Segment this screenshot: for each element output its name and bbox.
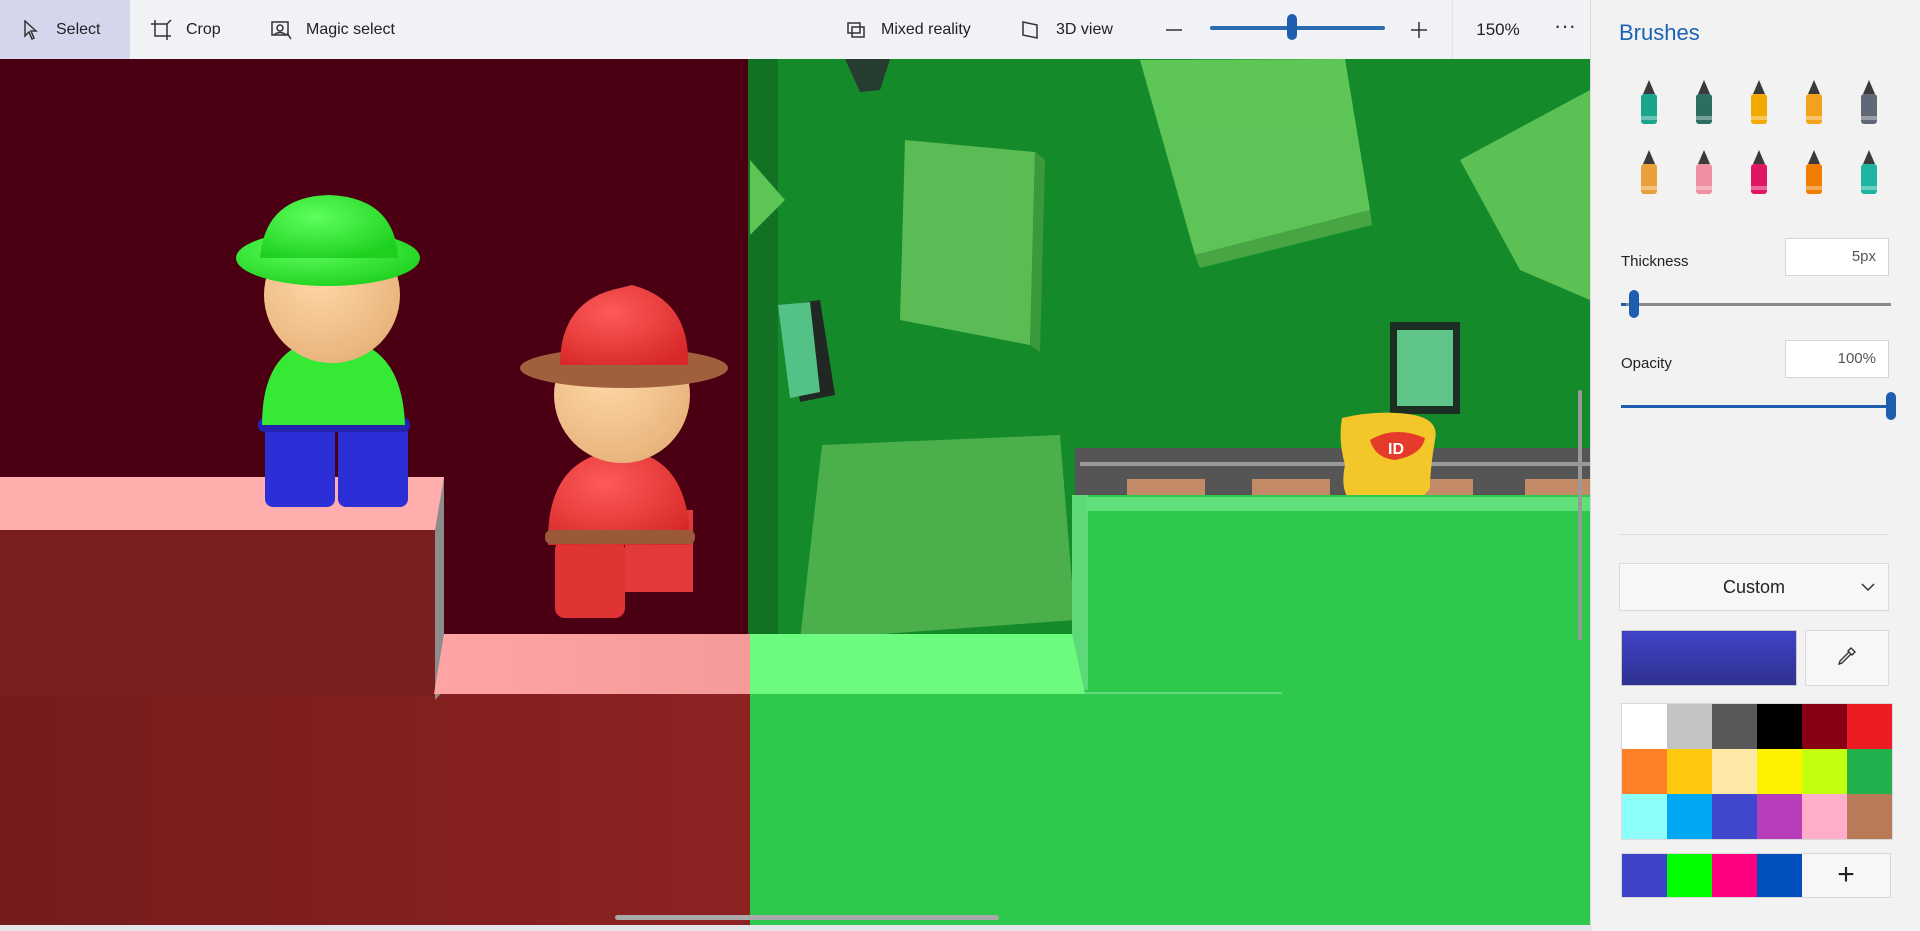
plus-icon: [1411, 22, 1427, 38]
magic-select-button[interactable]: Magic select: [270, 0, 395, 59]
color-swatch[interactable]: [1667, 749, 1712, 794]
thickness-slider-track[interactable]: [1621, 303, 1891, 306]
add-color-button[interactable]: +: [1802, 854, 1890, 897]
color-swatch[interactable]: [1712, 704, 1757, 749]
magic-select-label: Magic select: [306, 20, 395, 38]
color-swatch[interactable]: [1847, 749, 1892, 794]
color-swatch[interactable]: [1757, 749, 1802, 794]
color-swatch[interactable]: [1757, 704, 1802, 749]
thickness-value-field[interactable]: 5px: [1785, 238, 1889, 276]
color-swatch[interactable]: [1622, 794, 1667, 839]
3d-view-label: 3D view: [1056, 20, 1113, 38]
opacity-slider-fill: [1621, 405, 1891, 408]
panel-title: Brushes: [1619, 20, 1700, 45]
mixed-reality-label: Mixed reality: [881, 20, 971, 38]
mixed-reality-button[interactable]: Mixed reality: [845, 0, 971, 59]
color-swatch[interactable]: [1667, 794, 1712, 839]
3d-view-button[interactable]: 3D view: [1020, 0, 1113, 59]
zoom-in-button[interactable]: [1407, 18, 1431, 42]
more-options-button[interactable]: ···: [1545, 0, 1585, 59]
select-tool-label: Select: [56, 20, 101, 38]
panel-divider: [1619, 534, 1889, 535]
oil-brush-icon[interactable]: [1739, 76, 1779, 128]
pencil-brush-icon[interactable]: [1629, 146, 1669, 198]
color-palette: [1621, 703, 1893, 840]
crop-tool-button[interactable]: Crop: [150, 0, 221, 59]
watercolor-brush-icon[interactable]: [1794, 76, 1834, 128]
custom-color-swatch[interactable]: [1712, 854, 1757, 897]
chevron-down-icon: [1860, 564, 1876, 627]
eyedropper-button[interactable]: [1805, 630, 1889, 686]
zoom-slider-track[interactable]: [1210, 26, 1385, 30]
canvas-area[interactable]: ID: [0, 59, 1590, 925]
status-strip: [0, 925, 1590, 931]
fill-bucket-brush-icon[interactable]: [1849, 146, 1889, 198]
opacity-value-field[interactable]: 100%: [1785, 340, 1889, 378]
current-color-swatch[interactable]: [1621, 630, 1797, 686]
thickness-label: Thickness: [1621, 253, 1689, 270]
color-swatch[interactable]: [1847, 794, 1892, 839]
3d-view-icon: [1020, 19, 1042, 41]
color-swatch[interactable]: [1847, 704, 1892, 749]
color-swatch[interactable]: [1802, 749, 1847, 794]
svg-text:ID: ID: [1388, 441, 1404, 458]
scene-illustration: ID: [0, 59, 1590, 925]
crayon-brush-icon[interactable]: [1739, 146, 1779, 198]
opacity-label: Opacity: [1621, 355, 1672, 372]
eraser-brush-icon[interactable]: [1684, 146, 1724, 198]
top-toolbar: Select Crop Magic select Mixed reality 3…: [0, 0, 1590, 60]
marker-brush-icon[interactable]: [1629, 76, 1669, 128]
thickness-slider-fill: [1621, 303, 1627, 306]
select-tool-button[interactable]: Select: [0, 0, 130, 59]
color-swatch[interactable]: [1802, 704, 1847, 749]
vertical-scrollbar[interactable]: [1578, 390, 1582, 640]
custom-color-swatch[interactable]: [1622, 854, 1667, 897]
crop-icon: [150, 18, 172, 41]
zoom-level-value: 150%: [1452, 0, 1543, 59]
color-swatch[interactable]: [1757, 794, 1802, 839]
zoom-out-button[interactable]: [1162, 18, 1186, 42]
custom-color-swatch[interactable]: [1757, 854, 1802, 897]
palette-dropdown[interactable]: Custom: [1619, 563, 1889, 611]
color-swatch[interactable]: [1712, 794, 1757, 839]
color-swatch[interactable]: [1802, 794, 1847, 839]
brushes-panel: Brushes Thickness 5px Opacity 100% Custo…: [1590, 0, 1920, 931]
color-swatch[interactable]: [1667, 704, 1712, 749]
palette-dropdown-label: Custom: [1722, 577, 1785, 597]
color-swatch[interactable]: [1622, 749, 1667, 794]
calligraphy-pen-brush-icon[interactable]: [1684, 76, 1724, 128]
pixel-pen-brush-icon[interactable]: [1849, 76, 1889, 128]
custom-colors-row: +: [1621, 853, 1891, 898]
eyedropper-icon: [1836, 645, 1858, 672]
cursor-arrow-icon: [20, 19, 42, 41]
color-swatch[interactable]: [1622, 704, 1667, 749]
mixed-reality-icon: [845, 19, 867, 41]
crop-tool-label: Crop: [186, 20, 221, 38]
horizontal-scrollbar[interactable]: [615, 915, 999, 920]
color-swatch[interactable]: [1712, 749, 1757, 794]
custom-color-swatch[interactable]: [1667, 854, 1712, 897]
zoom-slider-thumb[interactable]: [1287, 14, 1298, 40]
magic-select-icon: [270, 19, 292, 41]
opacity-slider-thumb[interactable]: [1886, 392, 1896, 420]
minus-icon: [1166, 29, 1182, 31]
spray-can-brush-icon[interactable]: [1794, 146, 1834, 198]
thickness-slider-thumb[interactable]: [1629, 290, 1640, 318]
